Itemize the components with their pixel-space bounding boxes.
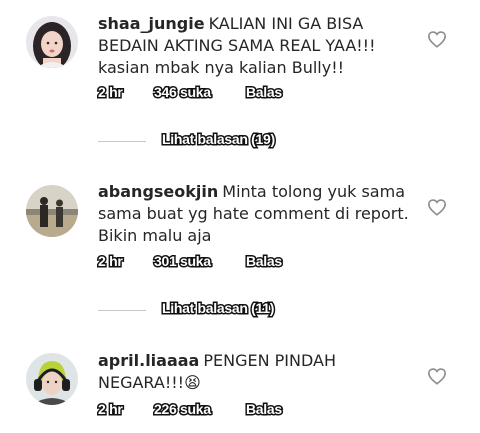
- avatar[interactable]: [26, 16, 78, 68]
- like-count[interactable]: 301 suka: [153, 252, 213, 271]
- comment-time: 2 hr: [96, 83, 124, 102]
- reply-button[interactable]: Balas: [245, 252, 284, 271]
- divider-line: [98, 310, 146, 311]
- comment-username[interactable]: shaa_jungie: [98, 14, 205, 33]
- view-replies-label: Lihat balasan (11): [160, 299, 275, 318]
- comment-username[interactable]: abangseokjin: [98, 182, 218, 201]
- reply-button[interactable]: Balas: [245, 83, 284, 102]
- comment-text: april.liaaaa PENGEN PINDAH NEGARA!!!😫: [98, 350, 418, 394]
- comment-meta: 2 hr 346 suka Balas: [96, 83, 298, 102]
- like-count[interactable]: 346 suka: [153, 83, 213, 102]
- reply-button[interactable]: Balas: [245, 400, 284, 419]
- comment-text: shaa_jungie KALIAN INI GA BISA BEDAIN AKT…: [98, 13, 418, 79]
- comment-username[interactable]: april.liaaaa: [98, 351, 199, 370]
- heart-icon[interactable]: [427, 198, 447, 216]
- heart-icon[interactable]: [427, 30, 447, 48]
- heart-icon[interactable]: [427, 367, 447, 385]
- comment-meta: 2 hr 301 suka Balas: [96, 252, 298, 271]
- divider-line: [98, 141, 146, 142]
- like-count[interactable]: 226 suka: [153, 400, 213, 419]
- view-replies-button[interactable]: Lihat balasan (11): [98, 299, 358, 320]
- view-replies-button[interactable]: Lihat balasan (19): [98, 130, 358, 151]
- view-replies-label: Lihat balasan (19): [161, 130, 277, 149]
- avatar[interactable]: [26, 353, 78, 405]
- avatar[interactable]: [26, 185, 78, 237]
- comment-time: 2 hr: [96, 252, 124, 271]
- comment-text: abangseokjin Minta tolong yuk sama sama b…: [98, 181, 418, 247]
- comment-time: 2 hr: [96, 400, 124, 419]
- comment-meta: 2 hr 226 suka Balas: [96, 400, 298, 419]
